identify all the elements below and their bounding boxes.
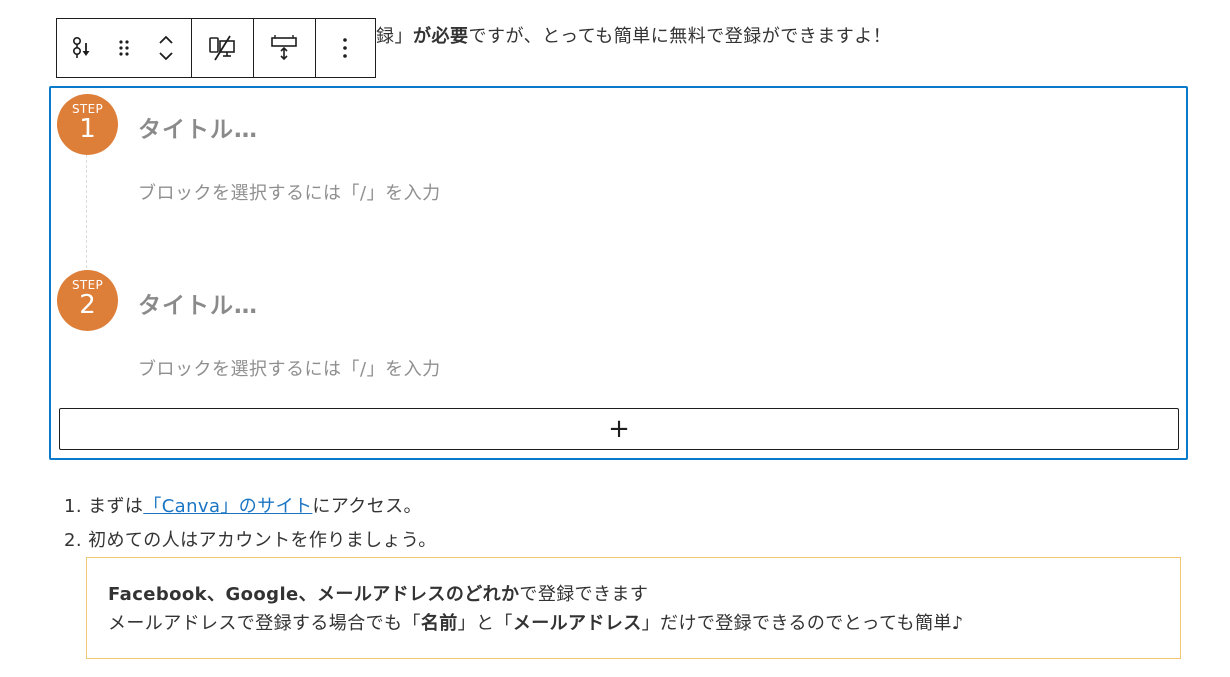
note-box: Facebook、Google、メールアドレスのどれかで登録できます メールアド… bbox=[86, 557, 1181, 659]
spacing-icon[interactable] bbox=[254, 19, 314, 77]
step-block[interactable]: STEP 1 タイトル… ブロックを選択するには「/」を入力 STEP 2 タイ… bbox=[49, 86, 1188, 460]
note-line-1: Facebook、Google、メールアドレスのどれかで登録できます bbox=[108, 580, 1180, 609]
canva-site-link[interactable]: 「Canva」のサイト bbox=[143, 496, 312, 517]
more-options-icon[interactable] bbox=[316, 19, 375, 77]
step-badge-2: STEP 2 bbox=[57, 270, 118, 331]
note-text: メールアドレスで登録する場合でも「 bbox=[108, 613, 421, 634]
note-text: 」と「 bbox=[457, 613, 513, 634]
move-down-icon[interactable] bbox=[158, 51, 174, 61]
note-bold-text: 名前 bbox=[420, 613, 458, 634]
toolbar-group-spacing bbox=[254, 19, 316, 77]
step-content-placeholder-2[interactable]: ブロックを選択するには「/」を入力 bbox=[138, 355, 441, 381]
step-badge-number: 2 bbox=[79, 290, 96, 320]
move-up-icon[interactable] bbox=[158, 35, 174, 45]
list-text: にアクセス。 bbox=[312, 496, 422, 517]
intro-text-bold: が必要 bbox=[413, 26, 469, 47]
add-step-button[interactable]: + bbox=[59, 408, 1179, 450]
intro-text-part2: ですが、とっても簡単に無料で登録ができますよ！ bbox=[468, 26, 892, 47]
step-title-2[interactable]: タイトル… bbox=[138, 286, 258, 320]
step-badge-1: STEP 1 bbox=[57, 94, 118, 155]
step-badge-number: 1 bbox=[79, 114, 96, 144]
list-number: 1. bbox=[64, 496, 82, 517]
intro-paragraph: 録」が必要ですが、とっても簡単に無料で登録ができますよ！ bbox=[376, 22, 891, 48]
drag-handle-icon[interactable] bbox=[105, 19, 143, 77]
note-text: 」だけで登録できるのでとっても簡単♪ bbox=[641, 613, 964, 634]
note-bold-text: Facebook、Google、メールアドレスのどれか bbox=[108, 584, 520, 605]
note-line-2: メールアドレスで登録する場合でも「名前」と「メールアドレス」だけで登録できるので… bbox=[108, 609, 1180, 638]
step-connector-line bbox=[86, 155, 87, 273]
list-text: 初めての人はアカウントを作りましょう。 bbox=[88, 530, 437, 551]
plus-icon: + bbox=[608, 414, 630, 444]
hide-on-device-icon[interactable] bbox=[192, 19, 253, 77]
toolbar-group-options bbox=[316, 19, 375, 77]
step-content-placeholder-1[interactable]: ブロックを選択するには「/」を入力 bbox=[138, 179, 441, 205]
note-bold-text: メールアドレス bbox=[512, 613, 642, 634]
step-title-1[interactable]: タイトル… bbox=[138, 110, 258, 144]
list-text: まずは bbox=[88, 496, 144, 517]
intro-text-part1: 録」 bbox=[376, 26, 413, 47]
toolbar-group-block bbox=[57, 19, 192, 77]
toolbar-group-visibility bbox=[192, 19, 255, 77]
list-item: 1. まずは「Canva」のサイトにアクセス。 bbox=[64, 494, 437, 528]
note-text: で登録できます bbox=[519, 584, 649, 605]
ordered-list: 1. まずは「Canva」のサイトにアクセス。 2. 初めての人はアカウントを作… bbox=[64, 494, 437, 562]
block-mover bbox=[147, 19, 185, 77]
step-block-icon[interactable] bbox=[63, 19, 101, 77]
block-toolbar bbox=[56, 18, 376, 78]
list-number: 2. bbox=[64, 530, 82, 551]
